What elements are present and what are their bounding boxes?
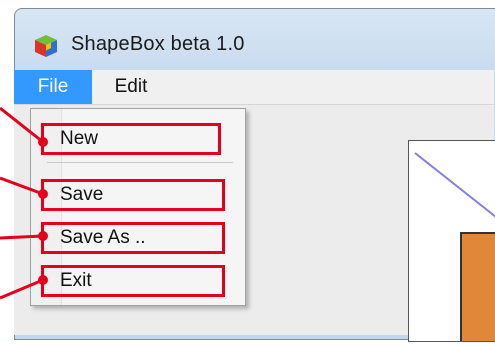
drawing-canvas[interactable] bbox=[408, 140, 495, 346]
menu-separator bbox=[47, 162, 233, 163]
canvas-shapes bbox=[414, 152, 495, 346]
title-bar: ShapeBox beta 1.0 bbox=[15, 9, 495, 71]
orange-rectangle-shape[interactable] bbox=[460, 232, 495, 346]
menu-edit[interactable]: Edit bbox=[100, 70, 162, 104]
menu-item-new[interactable]: New bbox=[41, 123, 221, 155]
menu-item-save-as[interactable]: Save As .. bbox=[41, 222, 225, 254]
menu-item-exit[interactable]: Exit bbox=[41, 265, 225, 297]
menu-file[interactable]: File bbox=[14, 70, 92, 104]
window-title: ShapeBox beta 1.0 bbox=[71, 33, 245, 55]
file-dropdown-menu: New Save Save As .. Exit bbox=[30, 108, 246, 306]
cube-logo-icon bbox=[35, 35, 57, 57]
menu-item-save[interactable]: Save bbox=[41, 179, 225, 211]
menu-bar: File Edit bbox=[14, 70, 494, 105]
diagonal-line-shape[interactable] bbox=[414, 152, 495, 221]
